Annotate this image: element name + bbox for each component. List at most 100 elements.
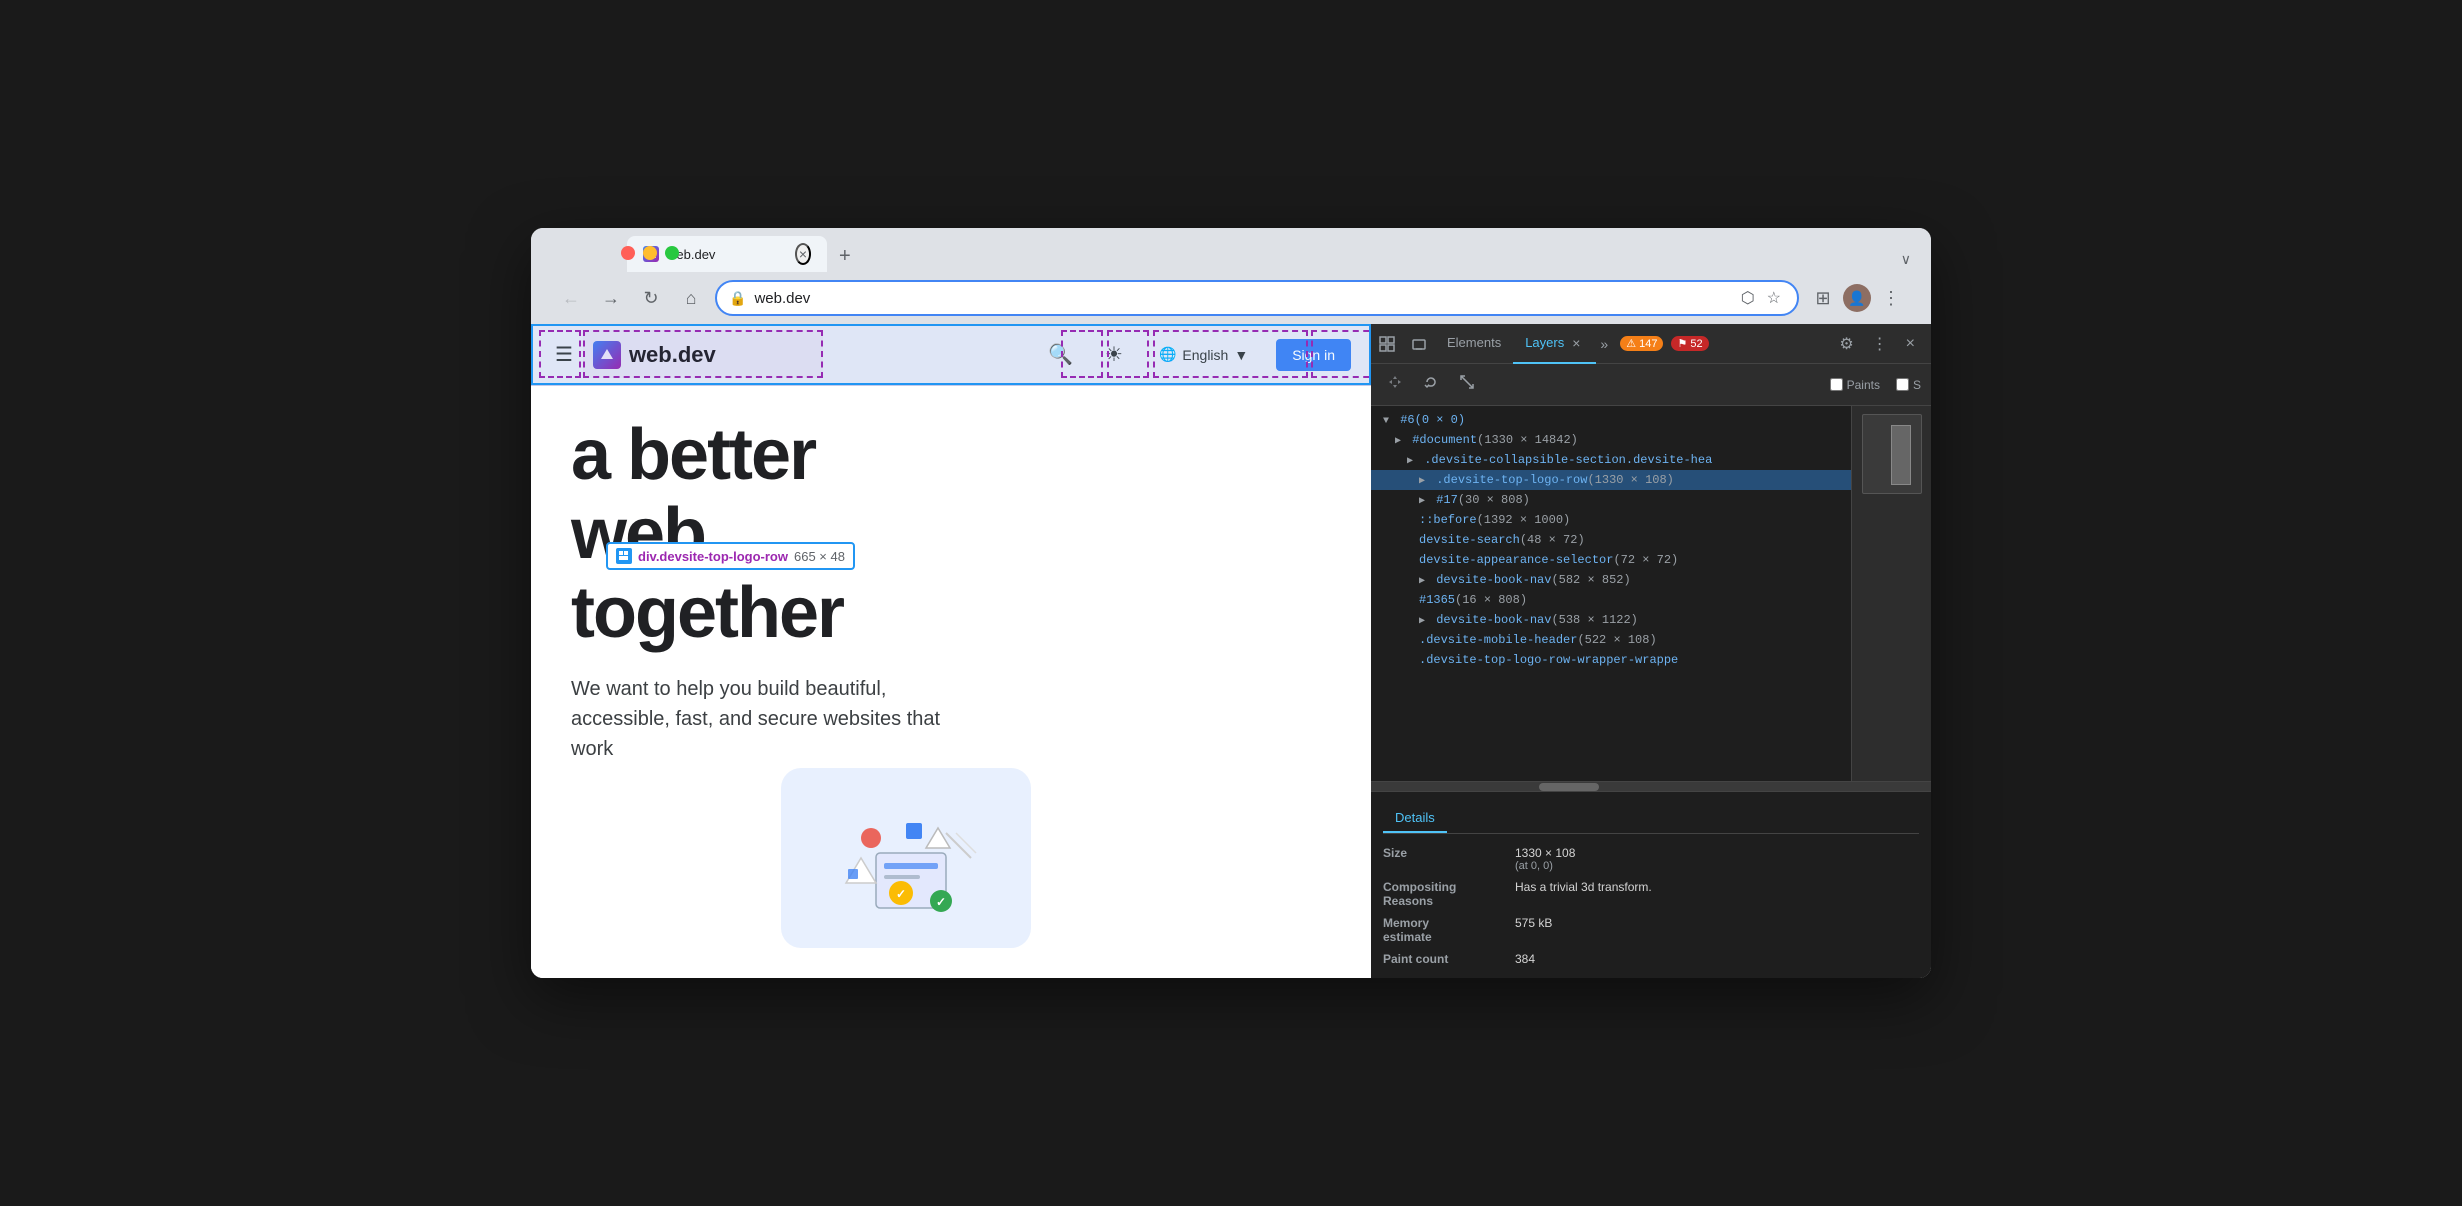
layers-rotate-button[interactable] xyxy=(1417,370,1445,399)
window-controls xyxy=(621,246,679,260)
tree-item[interactable]: ::before(1392 × 1000) xyxy=(1371,510,1851,530)
address-actions: ⬡ ☆ xyxy=(1737,284,1785,312)
tree-node-name-root: #6(0 × 0) xyxy=(1400,413,1465,427)
back-button[interactable]: ← xyxy=(555,282,587,314)
size-key: Size xyxy=(1383,846,1503,872)
address-bar[interactable]: 🔒 ⬡ ☆ xyxy=(715,280,1799,316)
memory-value: 575 kB xyxy=(1515,916,1919,944)
layers-move-button[interactable] xyxy=(1381,370,1409,399)
scrollbar-thumb[interactable] xyxy=(1539,783,1599,791)
memory-key: Memory estimate xyxy=(1383,916,1503,944)
tree-item[interactable]: ▶ devsite-book-nav(538 × 1122) xyxy=(1371,610,1851,630)
devtools-header: Elements Layers × » ⚠ 147 ⚑ 52 xyxy=(1371,324,1931,364)
devtools-settings-button[interactable]: ⚙ xyxy=(1831,326,1861,362)
errors-badge: ⚑ 52 xyxy=(1671,336,1708,351)
element-dimensions: 665 × 48 xyxy=(794,549,845,564)
theme-button[interactable]: ☀ xyxy=(1097,334,1131,375)
browser-content: ☰ web.dev 🔍 ☀ 🌐 English ▼ xyxy=(531,324,1931,978)
devtools-badges: ⚠ 147 ⚑ 52 xyxy=(1620,336,1708,351)
toolbar-right: ⊞ 👤 ⋮ xyxy=(1807,282,1907,314)
tab-details[interactable]: Details xyxy=(1383,804,1447,833)
inspect-element-button[interactable] xyxy=(1371,328,1403,360)
home-button[interactable]: ⌂ xyxy=(675,282,707,314)
element-class-name: div.devsite-top-logo-row xyxy=(638,549,788,564)
paint-count-key: Paint count xyxy=(1383,952,1503,966)
profile-avatar[interactable]: 👤 xyxy=(1843,284,1871,312)
s-checkbox[interactable] xyxy=(1896,378,1909,391)
tab-bar: web.dev × + ∨ xyxy=(543,236,1919,272)
globe-icon: 🌐 xyxy=(1159,346,1176,363)
layers-tab-close-button[interactable]: × xyxy=(1568,333,1584,353)
warnings-badge: ⚠ 147 xyxy=(1620,336,1663,351)
size-value: 1330 × 108 (at 0, 0) xyxy=(1515,846,1919,872)
compositing-value: Has a trivial 3d transform. xyxy=(1515,880,1919,908)
hero-heading: a better web, together xyxy=(571,416,1331,654)
paint-count-value: 384 xyxy=(1515,952,1919,966)
bookmark-button[interactable]: ☆ xyxy=(1763,284,1785,312)
paints-checkbox[interactable] xyxy=(1830,378,1843,391)
search-button[interactable]: 🔍 xyxy=(1040,334,1081,375)
devtools-body: ▼ #6(0 × 0) ▶ #document(1330 × 14842) ▶ … xyxy=(1371,406,1931,781)
tree-item[interactable]: ▶ .devsite-collapsible-section.devsite-h… xyxy=(1371,450,1851,470)
tree-item[interactable]: devsite-appearance-selector(72 × 72) xyxy=(1371,550,1851,570)
layer-thumbnail xyxy=(1862,414,1922,494)
tree-item[interactable]: ▶ devsite-book-nav(582 × 852) xyxy=(1371,570,1851,590)
devtools-header-right: ⚙ ⋮ × xyxy=(1831,326,1931,362)
security-icon: 🔒 xyxy=(729,290,746,307)
paints-toggle[interactable]: Paints xyxy=(1830,378,1880,392)
tree-item-selected[interactable]: ▶ .devsite-top-logo-row(1330 × 108) xyxy=(1371,470,1851,490)
tree-item[interactable]: #1365(16 × 808) xyxy=(1371,590,1851,610)
collapse-button[interactable]: ∨ xyxy=(1893,247,1919,272)
chrome-address-bar: ← → ↻ ⌂ 🔒 ⬡ ☆ ⊞ 👤 ⋮ xyxy=(543,272,1919,324)
tree-item-root[interactable]: ▼ #6(0 × 0) xyxy=(1371,410,1851,430)
tree-item[interactable]: .devsite-top-logo-row-wrapper-wrappe xyxy=(1371,650,1851,670)
webdev-logo: web.dev xyxy=(593,341,716,369)
details-tab-bar: Details xyxy=(1383,804,1919,834)
reload-button[interactable]: ↻ xyxy=(635,282,667,314)
tab-title: web.dev xyxy=(667,247,787,262)
tree-item[interactable]: ▶ #document(1330 × 14842) xyxy=(1371,430,1851,450)
s-label[interactable]: S xyxy=(1913,378,1921,392)
maximize-button[interactable] xyxy=(665,246,679,260)
cast-icon[interactable]: ⬡ xyxy=(1737,284,1759,312)
warning-icon: ⚠ xyxy=(1626,337,1636,350)
more-tabs-button[interactable]: » xyxy=(1596,332,1612,356)
illustration-svg: ✓ ✓ xyxy=(826,793,986,923)
devtools-panel: Elements Layers × » ⚠ 147 ⚑ 52 xyxy=(1371,324,1931,978)
minimize-button[interactable] xyxy=(643,246,657,260)
svg-text:✓: ✓ xyxy=(896,887,906,901)
hero-subtext: We want to help you build beautiful, acc… xyxy=(571,674,951,764)
tree-item[interactable]: ▶ #17(30 × 808) xyxy=(1371,490,1851,510)
device-toolbar-button[interactable] xyxy=(1403,328,1435,360)
language-selector[interactable]: 🌐 English ▼ xyxy=(1147,340,1260,369)
address-input[interactable] xyxy=(754,290,1728,307)
tree-item[interactable]: devsite-search(48 × 72) xyxy=(1371,530,1851,550)
element-label-tooltip: div.devsite-top-logo-row 665 × 48 xyxy=(606,542,855,570)
horizontal-scrollbar[interactable] xyxy=(1371,781,1931,791)
sign-in-button[interactable]: Sign in xyxy=(1276,339,1351,371)
tab-layers[interactable]: Layers × xyxy=(1513,324,1596,364)
extensions-button[interactable]: ⊞ xyxy=(1807,282,1839,314)
more-button[interactable]: ⋮ xyxy=(1875,282,1907,314)
tree-arrow-root: ▼ xyxy=(1383,416,1389,427)
menu-button[interactable]: ☰ xyxy=(551,338,577,371)
devtools-more-button[interactable]: ⋮ xyxy=(1864,326,1896,362)
layer-thumbnail-inner xyxy=(1891,425,1911,485)
tab-close-button[interactable]: × xyxy=(795,243,811,265)
devtools-close-button[interactable]: × xyxy=(1898,327,1923,361)
errors-count: 52 xyxy=(1690,338,1702,350)
new-tab-button[interactable]: + xyxy=(831,241,859,272)
tree-item[interactable]: .devsite-mobile-header(522 × 108) xyxy=(1371,630,1851,650)
paints-label[interactable]: Paints xyxy=(1847,378,1880,392)
browser-window: web.dev × + ∨ ← → ↻ ⌂ 🔒 ⬡ ☆ ⊞ � xyxy=(531,228,1931,978)
webdev-header: ☰ web.dev 🔍 ☀ 🌐 English ▼ xyxy=(531,324,1371,386)
devtools-second-bar: Paints S xyxy=(1371,364,1931,406)
warnings-count: 147 xyxy=(1639,338,1657,350)
forward-button[interactable]: → xyxy=(595,282,627,314)
language-label: English xyxy=(1182,347,1228,363)
tab-elements[interactable]: Elements xyxy=(1435,324,1513,364)
layers-resize-button[interactable] xyxy=(1453,370,1481,399)
s-toggle[interactable]: S xyxy=(1896,378,1921,392)
layers-tree[interactable]: ▼ #6(0 × 0) ▶ #document(1330 × 14842) ▶ … xyxy=(1371,406,1851,781)
close-button[interactable] xyxy=(621,246,635,260)
